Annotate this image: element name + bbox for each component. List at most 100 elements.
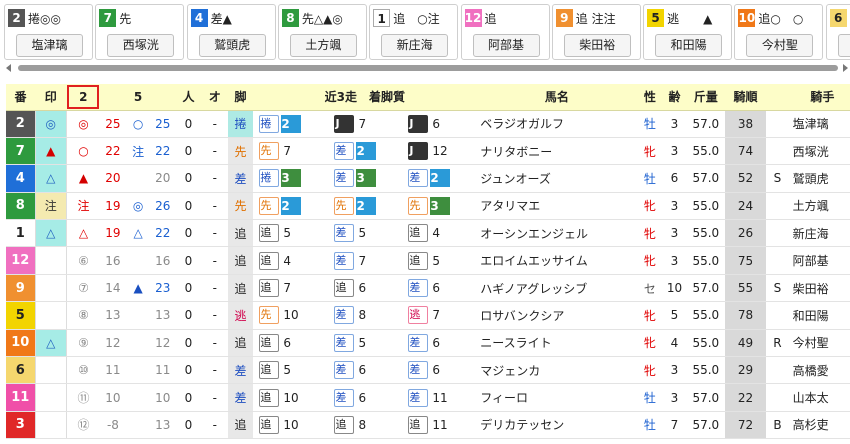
run-style-box: 逃 — [408, 306, 429, 325]
recent-run-cell: 追4 — [253, 246, 329, 275]
horse-name-cell[interactable]: フィーロ — [476, 383, 638, 412]
jockey-cell[interactable]: 新庄海 — [788, 219, 850, 248]
jockey-cell[interactable]: 鷲頭虎 — [788, 164, 850, 193]
col-bamei[interactable]: 馬名 — [476, 84, 638, 111]
horse-name-cell[interactable]: ニースライト — [476, 329, 638, 358]
prediction-mark-cell[interactable]: △ — [34, 219, 67, 248]
col-kijun[interactable]: 騎順 — [724, 84, 767, 111]
horse-card[interactable]: 6差◎ 高橋愛 — [825, 4, 850, 60]
prediction-mark-cell[interactable] — [34, 356, 67, 385]
col-o[interactable]: オ — [201, 84, 228, 111]
horse-name-cell[interactable]: ナリタボニー — [476, 137, 638, 166]
horse-card[interactable]: 12 追阿部基 — [460, 4, 550, 60]
horse-name-cell[interactable]: ジュンオーズ — [476, 164, 638, 193]
run-style-box: 追 — [334, 415, 355, 434]
horse-name-cell[interactable]: ロサバンクシア — [476, 301, 638, 330]
col-rei[interactable]: 齢 — [662, 84, 687, 111]
table-row[interactable]: 1 △ △ 19 △ 22 0- 追追 5 差 5 追 4 オーシンエンジェル牝 3 55.0 26 新庄海 — [6, 219, 850, 248]
o-cell: - — [201, 192, 228, 221]
horse-card[interactable]: 1追 ○注 新庄海 — [369, 4, 459, 60]
scroll-right-icon[interactable] — [843, 64, 848, 72]
jockey-cell[interactable]: 塩津璃 — [788, 110, 850, 138]
recent-run-cell: 差8 — [328, 301, 403, 330]
prediction-mark-cell[interactable]: ◎ — [34, 110, 67, 138]
jockey-cell[interactable]: 高橋愛 — [788, 356, 850, 385]
col-shirushi[interactable]: 印 — [35, 84, 67, 111]
table-row[interactable]: 10 △ ⑨ 12 12 0- 追追 6 差 5 差 6 ニースライト牝 4 55.0 49 R 今村聖 — [6, 329, 850, 358]
col-kin3[interactable]: 近3走 着脚質 — [253, 84, 477, 111]
col-5[interactable]: 5 — [125, 84, 151, 111]
table-row[interactable]: 5 ⑧ 13 13 0- 逃先 10 差 8 逃 7 ロサバンクシア牝 5 55.0 78 和田陽 — [6, 301, 850, 330]
card-jockey-button[interactable]: 和田陽 — [655, 34, 723, 57]
jockey-cell[interactable]: 阿部基 — [788, 246, 850, 275]
jockey-cell[interactable]: 高杉吏 — [788, 411, 850, 440]
prediction-mark-cell[interactable] — [34, 301, 67, 330]
finish-position: 4 — [283, 253, 292, 268]
scroll-left-icon[interactable] — [6, 64, 11, 72]
horse-card[interactable]: 10 追○ ○ 今村聖 — [734, 4, 824, 60]
table-row[interactable]: 12 ⑥ 16 16 0- 追追 4 差 7 追 5 エロイムエッサイム牝 3 55.0 75 阿部基 — [6, 246, 850, 275]
col-kinryo[interactable]: 斤量 — [686, 84, 725, 111]
recent-run-cell: 追5 — [402, 246, 477, 275]
horse-name-cell[interactable]: ハギノアグレッシブ — [476, 274, 638, 303]
o-cell: - — [201, 137, 228, 166]
table-row[interactable]: 11 ⑪ 10 10 0- 差追 10 差 6 差 11 フィーロ牡 3 57.0 22 山本太 — [6, 383, 850, 412]
col-2[interactable]: 2 — [66, 84, 101, 111]
horse-card[interactable]: 8 先△▲◎ 土方颯 — [277, 4, 367, 60]
horse-name-cell[interactable]: オーシンエンジェル — [476, 219, 638, 248]
col-hito[interactable]: 人 — [175, 84, 202, 111]
prediction-mark-cell[interactable]: 注 — [34, 192, 67, 221]
prediction-mark-cell[interactable]: ▲ — [34, 137, 67, 166]
horse-name-cell[interactable]: マジェンカ — [476, 356, 638, 385]
horse-card[interactable]: 4 差▲ 鷲頭虎 — [186, 4, 276, 60]
jockey-cell[interactable]: 和田陽 — [788, 301, 850, 330]
horse-card[interactable]: 9追 注注 柴田裕 — [551, 4, 641, 60]
horse-name-cell[interactable]: エロイムエッサイム — [476, 246, 638, 275]
col-sei[interactable]: 性 — [637, 84, 663, 111]
table-row[interactable]: 4 △ ▲ 20 20 0- 差捲 3 差 3 差 2 ジュンオーズ牡 6 57.0 52 S 鷲頭虎 — [6, 164, 850, 193]
card-jockey-button[interactable]: 西塚洸 — [107, 34, 175, 57]
leg-style-cell: 追 — [227, 274, 254, 303]
scrollbar-thumb[interactable] — [18, 65, 838, 71]
jockey-cell[interactable]: 山本太 — [788, 383, 850, 412]
card-jockey-button[interactable]: 塩津璃 — [16, 34, 83, 57]
recent-run-cell: 追8 — [328, 411, 403, 440]
prediction-mark-cell[interactable] — [34, 383, 67, 412]
horse-card[interactable]: 2 捲◎◎ 塩津璃 — [4, 4, 93, 60]
card-jockey-button[interactable]: 高橋愛 — [837, 34, 850, 57]
jockey-cell[interactable]: 今村聖 — [788, 329, 850, 358]
col-ashi[interactable]: 脚 — [227, 84, 254, 111]
jockey-cell[interactable]: 西塚洸 — [788, 137, 850, 166]
horizontal-scrollbar[interactable] — [4, 63, 850, 72]
table-row[interactable]: 7 ▲ ○ 22 注 22 0- 先先 7 差 2 J 12 ナリタボニー牝 3 55.0 74 西塚洸 — [6, 137, 850, 166]
table-row[interactable]: 6 ⑩ 11 11 0- 差追 5 差 6 差 6 マジェンカ牝 3 55.0 29 高橋愛 — [6, 356, 850, 385]
jockey-cell[interactable]: 土方颯 — [788, 192, 850, 221]
card-jockey-button[interactable]: 新庄海 — [381, 34, 449, 57]
card-jockey-button[interactable]: 柴田裕 — [563, 34, 631, 57]
jockey-cell[interactable]: 柴田裕 — [788, 274, 850, 303]
horse-name-cell[interactable]: デリカテッセン — [476, 411, 638, 440]
card-jockey-button[interactable]: 土方颯 — [289, 34, 357, 57]
card-jockey-button[interactable]: 鷲頭虎 — [198, 34, 266, 57]
table-row[interactable]: 2 ◎ ◎ 25 ○ 25 0- 捲捲 2 J 7 J 6 ベラジオガルフ牡 3 57.0 38 塩津璃 — [6, 110, 850, 138]
col-kishu[interactable]: 騎手 — [788, 84, 850, 111]
prediction-mark-cell[interactable] — [34, 411, 67, 440]
table-row[interactable]: 8 注注 19 ◎ 26 0- 先先 2 先 2 先 3 アタリマエ牝 3 55.0 24 土方颯 — [6, 192, 850, 221]
prediction-mark-cell[interactable]: △ — [34, 329, 67, 358]
prediction-mark-cell[interactable] — [34, 274, 67, 303]
table-row[interactable]: 3 ⑫ -8 13 0- 追追 10 追 8 追 11 デリカテッセン牡 7 57.0 72 B 高杉吏 — [6, 411, 850, 440]
prediction-mark-cell[interactable]: △ — [34, 164, 67, 193]
horse-card[interactable]: 7 先西塚洸 — [95, 4, 185, 60]
horse-name-cell[interactable]: アタリマエ — [476, 192, 638, 221]
run-style-box: 先 — [259, 142, 280, 161]
table-row[interactable]: 9 ⑦ 14 ▲ 23 0- 追追 7 追 6 差 6 ハギノアグレッシブセ 10 57.0 55 S 柴田裕 — [6, 274, 850, 303]
card-jockey-button[interactable]: 阿部基 — [472, 34, 540, 57]
card-jockey-button[interactable]: 今村聖 — [746, 34, 814, 57]
prediction-mark-cell[interactable] — [34, 246, 67, 275]
horse-name-cell[interactable]: ベラジオガルフ — [476, 110, 638, 138]
frame-number-badge: 8 — [281, 9, 299, 27]
x-cell — [766, 246, 789, 275]
horse-card[interactable]: 5逃 ▲ 和田陽 — [643, 4, 733, 60]
col-ban[interactable]: 番 — [6, 84, 36, 111]
finish-position-badge: 2 — [281, 196, 302, 215]
